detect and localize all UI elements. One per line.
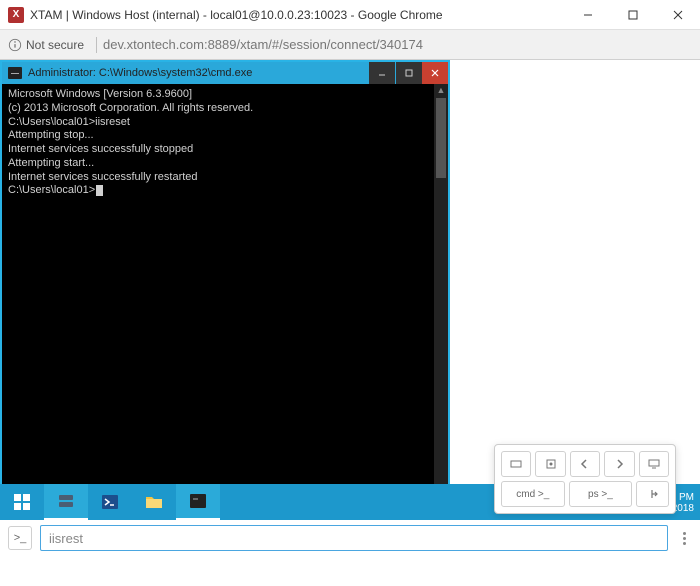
chrome-window-title: XTAM | Windows Host (internal) - local01… — [30, 8, 565, 22]
url-separator — [96, 37, 97, 53]
fullscreen-icon — [545, 458, 557, 470]
chrome-titlebar: X XTAM | Windows Host (internal) - local… — [0, 0, 700, 30]
info-icon — [8, 38, 22, 52]
chevron-left-icon — [579, 458, 591, 470]
input-more-button[interactable] — [676, 532, 692, 545]
cmd-line: C:\Users\local01>iisreset — [8, 116, 442, 130]
cmd-maximize-button[interactable] — [396, 62, 422, 84]
cmd-titlebar[interactable]: Administrator: C:\Windows\system32\cmd.e… — [2, 62, 448, 84]
cmd-close-button[interactable] — [422, 62, 448, 84]
cmd-scrollbar[interactable]: ▲ ▼ — [434, 84, 448, 518]
exit-icon — [647, 488, 659, 500]
command-input[interactable] — [40, 525, 668, 551]
cmd-terminal-body[interactable]: Microsoft Windows [Version 6.3.9600] (c)… — [2, 84, 448, 518]
taskbar-file-explorer[interactable] — [132, 484, 176, 520]
command-input-bar: >_ — [0, 520, 700, 556]
taskbar-powershell[interactable] — [88, 484, 132, 520]
cmd-line: (c) 2013 Microsoft Corporation. All righ… — [8, 102, 442, 116]
session-content: Administrator: C:\Windows\system32\cmd.e… — [0, 60, 700, 556]
session-toolbar-panel: cmd >_ ps >_ — [494, 444, 676, 514]
panel-forward-button[interactable] — [604, 451, 634, 477]
taskbar-server-manager[interactable] — [44, 484, 88, 520]
cmd-cursor — [96, 185, 103, 196]
not-secure-label: Not secure — [26, 38, 84, 52]
record-icon — [510, 458, 522, 470]
panel-fullscreen-button[interactable] — [535, 451, 565, 477]
taskbar-start-button[interactable] — [0, 484, 44, 520]
taskbar-cmd[interactable] — [176, 484, 220, 520]
chrome-close-button[interactable] — [655, 0, 700, 30]
scroll-thumb[interactable] — [436, 98, 446, 178]
url-text[interactable]: dev.xtontech.com:8889/xtam/#/session/con… — [103, 37, 423, 52]
cmd-minimize-button[interactable] — [369, 62, 395, 84]
cmd-icon — [8, 67, 22, 79]
scroll-up-icon[interactable]: ▲ — [434, 84, 448, 98]
cmd-prompt-line: C:\Users\local01> — [8, 184, 442, 198]
panel-exit-button[interactable] — [636, 481, 669, 507]
cmd-window: Administrator: C:\Windows\system32\cmd.e… — [0, 60, 450, 520]
cmd-line: Internet services successfully restarted — [8, 171, 442, 185]
chrome-minimize-button[interactable] — [565, 0, 610, 30]
panel-ps-button[interactable]: ps >_ — [569, 481, 633, 507]
panel-back-button[interactable] — [570, 451, 600, 477]
cmd-line: Attempting stop... — [8, 129, 442, 143]
cmd-line: Attempting start... — [8, 157, 442, 171]
panel-record-button[interactable] — [501, 451, 531, 477]
cmd-window-title: Administrator: C:\Windows\system32\cmd.e… — [28, 67, 368, 79]
panel-monitor-button[interactable] — [639, 451, 669, 477]
not-secure-badge[interactable]: Not secure — [8, 38, 84, 52]
cmd-line: Internet services successfully stopped — [8, 143, 442, 157]
cmd-line: Microsoft Windows [Version 6.3.9600] — [8, 88, 442, 102]
chevron-right-icon — [613, 458, 625, 470]
input-prompt-button[interactable]: >_ — [8, 526, 32, 550]
chrome-url-bar: Not secure dev.xtontech.com:8889/xtam/#/… — [0, 30, 700, 60]
panel-cmd-button[interactable]: cmd >_ — [501, 481, 565, 507]
monitor-icon — [648, 458, 660, 470]
chrome-maximize-button[interactable] — [610, 0, 655, 30]
chrome-favicon: X — [8, 7, 24, 23]
